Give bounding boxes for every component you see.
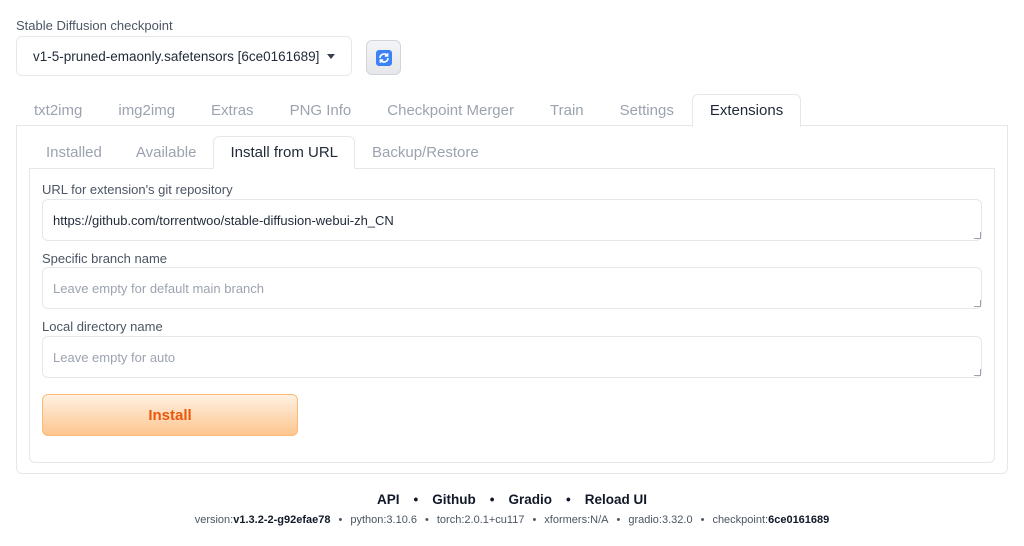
- info-separator: •: [338, 514, 343, 526]
- directory-input[interactable]: [42, 336, 982, 378]
- version-info: version: v1.3.2-2-g92efae78 • python: 3.…: [0, 514, 1024, 526]
- checkpoint-value: v1-5-pruned-emaonly.safetensors [6ce0161…: [33, 48, 320, 64]
- checkpoint-label: Stable Diffusion checkpoint: [16, 18, 173, 33]
- tab-extensions[interactable]: Extensions: [691, 94, 802, 127]
- refresh-checkpoint-button[interactable]: [366, 40, 401, 75]
- main-tabs: txt2img img2img Extras PNG Info Checkpoi…: [16, 94, 802, 127]
- tab-checkpoint-merger[interactable]: Checkpoint Merger: [369, 94, 532, 126]
- install-button[interactable]: Install: [42, 394, 298, 436]
- footer-link-gradio[interactable]: Gradio: [508, 492, 552, 507]
- xformers-value: N/A: [590, 514, 609, 526]
- url-label: URL for extension's git repository: [42, 182, 233, 197]
- branch-label: Specific branch name: [42, 251, 168, 266]
- chevron-down-icon: [327, 53, 335, 59]
- torch-key: torch:: [436, 514, 465, 526]
- tab-available[interactable]: Available: [119, 136, 214, 168]
- checkpoint-dropdown[interactable]: v1-5-pruned-emaonly.safetensors [6ce0161…: [16, 36, 352, 76]
- resize-handle-icon[interactable]: [974, 232, 981, 239]
- footer-link-api[interactable]: API: [377, 492, 400, 507]
- tab-settings[interactable]: Settings: [602, 94, 692, 126]
- footer-link-reload-ui[interactable]: Reload UI: [585, 492, 647, 507]
- gradio-key: gradio:: [628, 514, 662, 526]
- refresh-icon: [375, 49, 392, 66]
- info-separator: •: [425, 514, 429, 526]
- python-key: python:: [350, 514, 387, 526]
- info-separator: •: [700, 514, 705, 526]
- branch-input[interactable]: [42, 267, 982, 309]
- footer-separator: •: [489, 492, 495, 507]
- version-key: version:: [194, 514, 234, 526]
- resize-handle-icon[interactable]: [974, 369, 981, 376]
- checkpoint-hash-value: 6ce0161689: [768, 514, 830, 526]
- footer-links: API • Github • Gradio • Reload UI: [0, 492, 1024, 507]
- info-separator: •: [532, 514, 537, 526]
- tab-train[interactable]: Train: [532, 94, 602, 126]
- footer-separator: •: [566, 492, 571, 507]
- footer-separator: •: [413, 492, 419, 507]
- tab-install-from-url[interactable]: Install from URL: [213, 136, 356, 169]
- checkpoint-key: checkpoint:: [712, 514, 769, 526]
- tab-backup-restore[interactable]: Backup/Restore: [355, 136, 496, 168]
- extension-sub-tabs: Installed Available Install from URL Bac…: [29, 136, 496, 169]
- tab-txt2img[interactable]: txt2img: [16, 94, 100, 126]
- tab-img2img[interactable]: img2img: [100, 94, 193, 126]
- gradio-value: 3.32.0: [661, 514, 693, 526]
- torch-value: 2.0.1+cu117: [464, 514, 525, 526]
- resize-handle-icon[interactable]: [974, 300, 981, 307]
- tab-installed[interactable]: Installed: [29, 136, 119, 168]
- directory-label: Local directory name: [42, 319, 163, 334]
- version-value: v1.3.2-2-g92efae78: [233, 514, 331, 526]
- tab-png-info[interactable]: PNG Info: [272, 94, 370, 126]
- info-separator: •: [616, 514, 621, 526]
- url-input[interactable]: [42, 199, 982, 241]
- tab-extras[interactable]: Extras: [193, 94, 272, 126]
- footer-link-github[interactable]: Github: [432, 492, 476, 507]
- python-value: 3.10.6: [386, 514, 418, 526]
- xformers-key: xformers:: [544, 514, 591, 526]
